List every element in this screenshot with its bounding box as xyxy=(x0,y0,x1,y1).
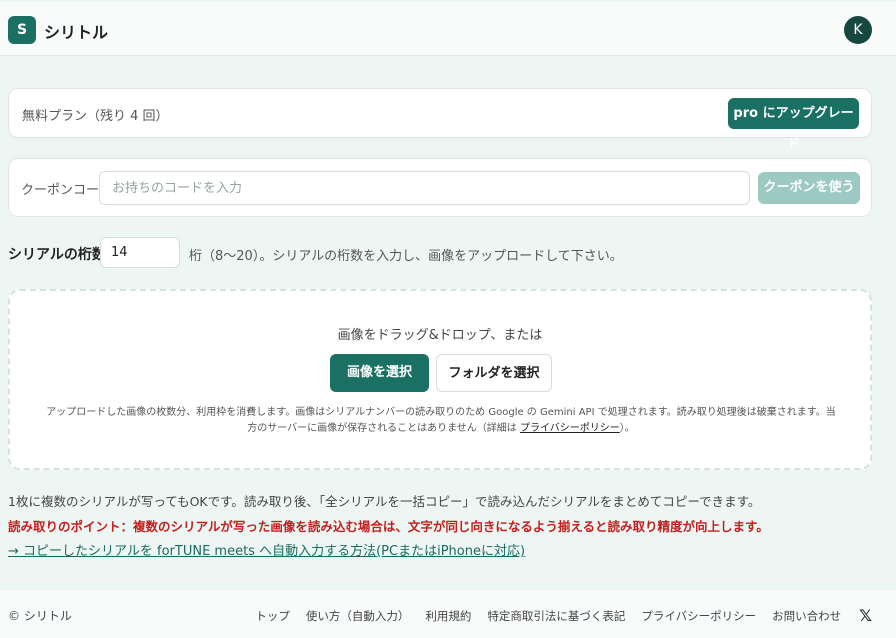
footer-link-top[interactable]: トップ xyxy=(255,608,290,624)
coupon-card: クーポンコード クーポンを使う xyxy=(8,158,872,217)
footer-link-terms[interactable]: 利用規約 xyxy=(425,608,471,624)
dropzone-text: 画像をドラッグ&ドロップ、または xyxy=(337,328,543,343)
footer-link-usage[interactable]: 使い方（自動入力） xyxy=(306,608,410,624)
footer-links: トップ 使い方（自動入力） 利用規約 特定商取引法に基づく表記 プライバシーポリ… xyxy=(255,606,872,625)
serial-digits-hint: 桁（8〜20）。シリアルの桁数を入力し、画像をアップロードして下さい。 xyxy=(189,249,623,264)
coupon-input[interactable] xyxy=(99,171,750,205)
privacy-policy-link[interactable]: プライバシーポリシー xyxy=(520,423,620,434)
select-image-button[interactable]: 画像を選択 xyxy=(330,354,429,392)
serial-digits-row: シリアルの桁数 桁（8〜20）。シリアルの桁数を入力し、画像をアップロードして下… xyxy=(8,237,888,269)
x-logo-icon[interactable]: 𝕏 xyxy=(859,606,872,625)
footer: © シリトル トップ 使い方（自動入力） 利用規約 特定商取引法に基づく表記 プ… xyxy=(0,590,896,638)
upgrade-pro-button[interactable]: pro にアップグレード xyxy=(728,98,859,152)
serial-digits-input[interactable] xyxy=(100,237,180,268)
plan-card: 無料プラン（残り 4 回） pro にアップグレード xyxy=(8,88,872,152)
image-dropzone[interactable]: 画像をドラッグ&ドロップ、または 画像を選択 フォルダを選択 アップロードした画… xyxy=(8,289,872,470)
upload-notice-end: ）。 xyxy=(619,423,635,434)
serial-digits-label: シリアルの桁数 xyxy=(8,247,106,263)
plan-status: 無料プラン（残り 4 回） xyxy=(22,109,169,124)
user-avatar[interactable]: K xyxy=(844,16,872,44)
apply-coupon-button[interactable]: クーポンを使う xyxy=(758,172,860,204)
upload-notice-text: アップロードした画像の枚数分、利用枠を消費します。画像はシリアルナンバーの読み取… xyxy=(46,407,836,434)
footer-link-commerce-law[interactable]: 特定商取引法に基づく表記 xyxy=(487,608,625,624)
reading-tip: 読み取りのポイント：複数のシリアルが写った画像を読み込む場合は、文字が同じ向きに… xyxy=(8,519,769,534)
app-header: S シリトル K xyxy=(0,2,896,56)
copyright: © シリトル xyxy=(8,609,72,623)
footer-link-privacy[interactable]: プライバシーポリシー xyxy=(641,608,756,624)
select-folder-button[interactable]: フォルダを選択 xyxy=(436,354,552,392)
upload-notice: アップロードした画像の枚数分、利用枠を消費します。画像はシリアルナンバーの読み取… xyxy=(46,405,836,437)
app-logo-icon[interactable]: S xyxy=(8,16,36,44)
footer-link-contact[interactable]: お問い合わせ xyxy=(772,608,841,624)
auto-input-guide-link[interactable]: → コピーしたシリアルを forTUNE meets へ自動入力する方法(PCま… xyxy=(8,540,525,559)
multi-serial-info: 1枚に複数のシリアルが写ってもOKです。読み取り後、「全シリアルを一括コピー」で… xyxy=(8,494,761,509)
app-name[interactable]: シリトル xyxy=(44,19,108,43)
